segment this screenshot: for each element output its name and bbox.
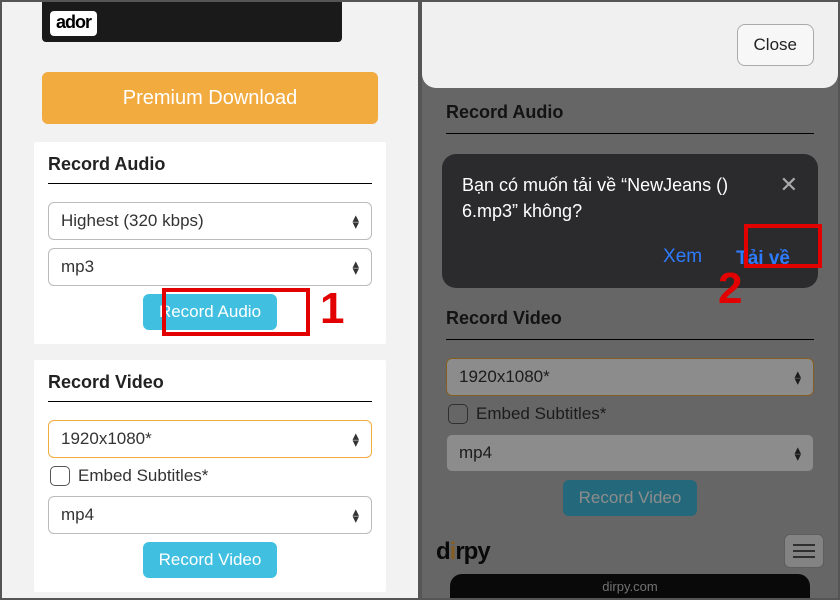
bg-embed-subtitles-checkbox[interactable] bbox=[448, 404, 468, 424]
audio-quality-select[interactable]: Highest (320 kbps) ▴▾ bbox=[48, 202, 372, 240]
chevron-updown-icon: ▴▾ bbox=[352, 432, 359, 446]
address-bar[interactable]: dirpy.com bbox=[450, 574, 810, 598]
dirpy-brand: dirpy bbox=[436, 538, 490, 566]
download-modal: Bạn có muốn tải về “NewJeans () 6.mp3” k… bbox=[442, 154, 818, 288]
right-panel: Record Audio Record Video 1920x1080* ▴▾ … bbox=[420, 0, 840, 600]
bg-video-resolution-select[interactable]: 1920x1080* ▴▾ bbox=[446, 358, 814, 396]
record-video-title: Record Video bbox=[48, 370, 372, 402]
step-1-number: 1 bbox=[320, 284, 344, 334]
left-panel: ador Premium Download Record Audio Highe… bbox=[0, 0, 420, 600]
chevron-updown-icon: ▴▾ bbox=[352, 260, 359, 274]
close-icon[interactable]: ✕ bbox=[780, 172, 798, 198]
bg-video-resolution-value: 1920x1080* bbox=[459, 367, 550, 387]
video-format-select[interactable]: mp4 ▴▾ bbox=[48, 496, 372, 534]
view-link[interactable]: Xem bbox=[663, 246, 702, 272]
video-thumbnail: ador bbox=[42, 2, 342, 42]
video-resolution-value: 1920x1080* bbox=[61, 429, 152, 449]
bg-embed-subtitles-row[interactable]: Embed Subtitles* bbox=[448, 404, 812, 424]
bg-record-audio-title: Record Audio bbox=[446, 96, 814, 134]
embed-subtitles-label: Embed Subtitles* bbox=[78, 466, 208, 486]
audio-format-value: mp3 bbox=[61, 257, 94, 277]
record-audio-title: Record Audio bbox=[48, 152, 372, 184]
record-audio-section: Record Audio Highest (320 kbps) ▴▾ mp3 ▴… bbox=[34, 142, 386, 344]
bg-video-format-value: mp4 bbox=[459, 443, 492, 463]
video-thumbnail-wrap: ador bbox=[2, 2, 418, 42]
ador-logo: ador bbox=[50, 11, 97, 36]
step-2-number: 2 bbox=[718, 264, 742, 314]
bg-video-format-select[interactable]: mp4 ▴▾ bbox=[446, 434, 814, 472]
audio-format-select[interactable]: mp3 ▴▾ bbox=[48, 248, 372, 286]
record-audio-button[interactable]: Record Audio bbox=[143, 294, 277, 330]
chevron-updown-icon: ▴▾ bbox=[352, 508, 359, 522]
chevron-updown-icon: ▴▾ bbox=[794, 446, 801, 460]
dimmed-background: Record Audio Record Video 1920x1080* ▴▾ … bbox=[422, 2, 838, 598]
bg-record-video-button[interactable]: Record Video bbox=[563, 480, 698, 516]
embed-subtitles-row[interactable]: Embed Subtitles* bbox=[50, 466, 370, 486]
bg-record-video-title: Record Video bbox=[446, 302, 814, 340]
bg-embed-subtitles-label: Embed Subtitles* bbox=[476, 404, 606, 424]
record-video-section: Record Video 1920x1080* ▴▾ Embed Subtitl… bbox=[34, 360, 386, 592]
download-modal-message: Bạn có muốn tải về “NewJeans () 6.mp3” k… bbox=[462, 172, 762, 224]
video-format-value: mp4 bbox=[61, 505, 94, 525]
audio-quality-value: Highest (320 kbps) bbox=[61, 211, 204, 231]
record-video-button[interactable]: Record Video bbox=[143, 542, 278, 578]
close-button[interactable]: Close bbox=[737, 24, 814, 66]
hamburger-menu-icon[interactable] bbox=[784, 534, 824, 568]
chevron-updown-icon: ▴▾ bbox=[794, 370, 801, 384]
top-sheet: Close bbox=[422, 2, 838, 88]
video-resolution-select[interactable]: 1920x1080* ▴▾ bbox=[48, 420, 372, 458]
premium-download-button[interactable]: Premium Download bbox=[42, 72, 378, 124]
chevron-updown-icon: ▴▾ bbox=[352, 214, 359, 228]
embed-subtitles-checkbox[interactable] bbox=[50, 466, 70, 486]
